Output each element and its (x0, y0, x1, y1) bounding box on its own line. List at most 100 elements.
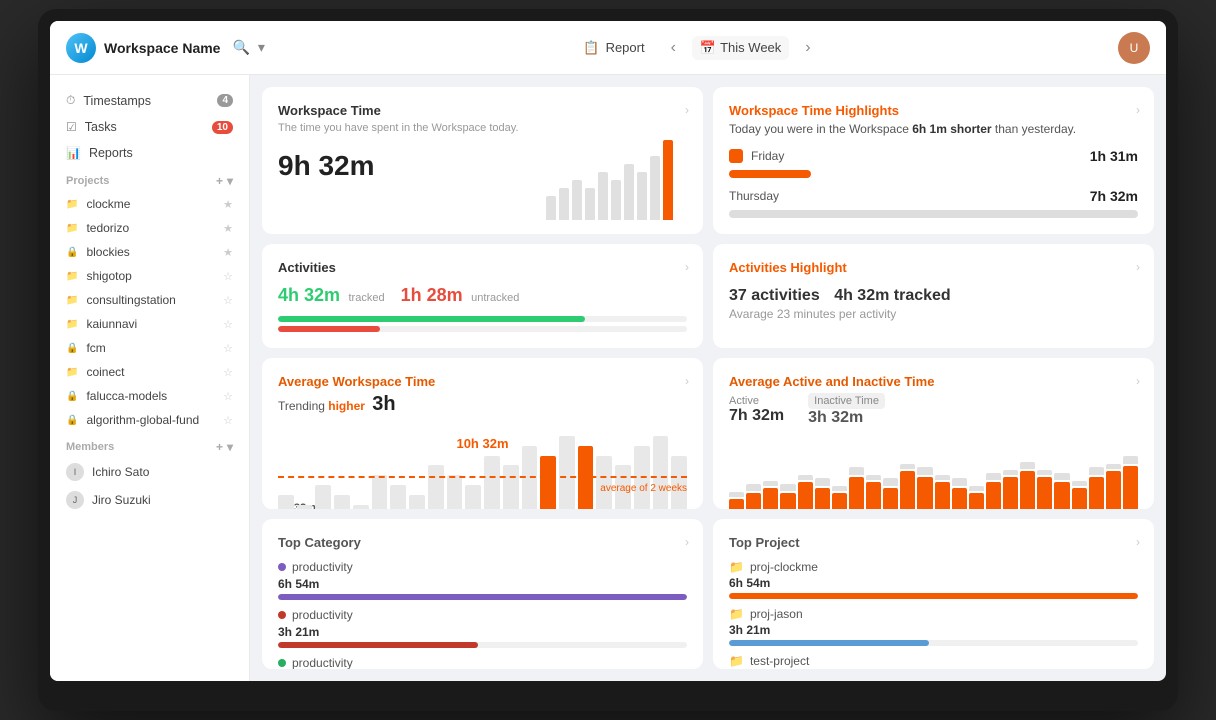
cat-bar-track-1 (278, 642, 687, 648)
inactive-bar-5 (815, 478, 830, 486)
star-icon: ☆ (223, 414, 233, 427)
active-bar-19 (1054, 482, 1069, 509)
sidebar-item-project-falucca-models[interactable]: 🔒 falucca-models ☆ (50, 384, 249, 408)
workspace-time-chevron[interactable]: › (685, 103, 689, 117)
sidebar-item-member-Jiro-Suzuki[interactable]: J Jiro Suzuki (50, 486, 249, 514)
awt-bar-9 (447, 475, 463, 508)
sidebar-item-project-kaiunnavi[interactable]: 📁 kaiunnavi ☆ (50, 312, 249, 336)
inactive-bar-7 (849, 467, 864, 475)
add-member-icon[interactable]: + (216, 440, 223, 454)
ah-title: Activities Highlight (729, 260, 1138, 275)
sidebar-item-project-coinect[interactable]: 📁 coinect ☆ (50, 360, 249, 384)
thursday-label: Thursday (729, 189, 779, 203)
star-icon: ★ (223, 198, 233, 211)
active-bar-1 (746, 493, 761, 509)
friday-value: 1h 31m (1090, 148, 1138, 164)
awt-chevron[interactable]: › (685, 374, 689, 388)
awt-peak-label: 10h 32m (456, 436, 508, 451)
activities-highlight-card: Activities Highlight 37 activities 4h 32… (713, 244, 1154, 348)
search-icon[interactable]: 🔍 (232, 39, 249, 56)
sidebar-item-reports[interactable]: 📊 Reports (50, 140, 249, 166)
workspace-name: Workspace Name (104, 40, 220, 56)
inactive-label: Inactive Time (808, 393, 885, 409)
activities-card: Activities 4h 32m tracked 1h 28m untrack… (262, 244, 703, 348)
active-bar-2 (763, 488, 778, 509)
prev-week-button[interactable]: ‹ (671, 39, 676, 57)
untracked-bar-container (278, 326, 687, 332)
sidebar-item-timestamps[interactable]: ⏱ Timestamps 4 (50, 87, 249, 114)
awt-bar-20 (653, 436, 669, 509)
thursday-bar (729, 210, 1138, 218)
projects-section-actions[interactable]: + ▾ (216, 174, 233, 188)
expand-projects-icon[interactable]: ▾ (227, 174, 233, 188)
awt-bar-8 (428, 465, 444, 508)
expand-members-icon[interactable]: ▾ (227, 440, 233, 454)
tasks-icon: ☑ (66, 120, 77, 134)
sidebar-item-project-fcm[interactable]: 🔒 fcm ☆ (50, 336, 249, 360)
sidebar-item-project-shigotop[interactable]: 📁 shigotop ☆ (50, 264, 249, 288)
topbar: W Workspace Name 🔍 ▾ 📋 Report ‹ 📅 This W… (50, 21, 1166, 75)
wth-chevron[interactable]: › (1136, 103, 1140, 117)
untracked-stat: 1h 28m untracked (401, 285, 520, 306)
report-label: Report (606, 40, 645, 55)
timestamps-label: Timestamps (83, 94, 151, 108)
cat-bar-fill-1 (278, 642, 478, 648)
tracked-value: 4h 32m (278, 285, 340, 305)
tc-chevron[interactable]: › (685, 535, 689, 549)
tp-chevron[interactable]: › (1136, 535, 1140, 549)
sidebar-item-member-Ichiro-Sato[interactable]: I Ichiro Sato (50, 458, 249, 486)
project-name: clockme (86, 197, 130, 211)
ah-chevron[interactable]: › (1136, 260, 1140, 274)
aai-bar-group-10 (900, 435, 915, 509)
aai-bar-group-9 (883, 435, 898, 509)
tracked-label: tracked (349, 292, 385, 304)
thursday-row: Thursday 7h 32m (729, 188, 1138, 204)
reports-label: Reports (89, 146, 133, 160)
cat-dot-0 (278, 563, 286, 571)
members-section-actions[interactable]: + ▾ (216, 440, 233, 454)
friday-dot (729, 149, 743, 163)
awt-bar-5 (372, 475, 388, 508)
friday-bar (729, 170, 811, 178)
sidebar-item-project-algorithm-global-fund[interactable]: 🔒 algorithm-global-fund ☆ (50, 408, 249, 432)
cat-dot-2 (278, 659, 286, 667)
wth-desc-suffix: than yesterday. (992, 122, 1077, 136)
aai-chevron[interactable]: › (1136, 374, 1140, 388)
awt-title: Average Workspace Time (278, 374, 687, 389)
untracked-label: untracked (471, 292, 519, 304)
wth-desc-bold: 6h 1m shorter (912, 122, 991, 136)
next-week-button[interactable]: › (805, 39, 810, 57)
sidebar-item-project-blockies[interactable]: 🔒 blockies ★ (50, 240, 249, 264)
project-row-2: 📁 test-project (729, 654, 1138, 668)
awt-chart: 7h 32m 10h 32maverage of 2 weeks7h 32m (278, 424, 687, 509)
cat-label-1: productivity (278, 608, 687, 622)
cat-name-0: productivity (292, 560, 353, 574)
add-project-icon[interactable]: + (216, 174, 223, 188)
proj-name-1: proj-jason (750, 607, 803, 621)
user-avatar[interactable]: U (1118, 32, 1150, 64)
workspace-logo: W (66, 33, 96, 63)
active-bar-6 (832, 493, 847, 509)
chevron-down-icon[interactable]: ▾ (258, 39, 265, 56)
proj-bar-track-0 (729, 593, 1138, 599)
star-icon: ☆ (223, 390, 233, 403)
awt-bar-1 (297, 505, 313, 509)
timestamps-badge: 4 (217, 94, 233, 107)
main-layout: ⏱ Timestamps 4 ☑ Tasks 10 📊 Reports Proj… (50, 75, 1166, 681)
inactive-bar-18 (1037, 470, 1052, 475)
aai-bar-group-2 (763, 435, 778, 509)
inactive-bar-15 (986, 473, 1001, 481)
activities-chevron[interactable]: › (685, 260, 689, 274)
sidebar-item-tasks[interactable]: ☑ Tasks 10 (50, 114, 249, 140)
report-nav-button[interactable]: 📋 Report (573, 36, 654, 60)
star-icon: ☆ (223, 366, 233, 379)
awt-bar-7 (409, 495, 425, 509)
active-value: 7h 32m (729, 407, 784, 425)
sidebar-item-project-clockme[interactable]: 📁 clockme ★ (50, 192, 249, 216)
active-bar-21 (1089, 477, 1104, 509)
inactive-bar-13 (952, 478, 967, 486)
sidebar-item-project-tedorizo[interactable]: 📁 tedorizo ★ (50, 216, 249, 240)
sidebar-item-project-consultingstation[interactable]: 📁 consultingstation ☆ (50, 288, 249, 312)
active-bar-16 (1003, 477, 1018, 509)
awt-bar-2 (315, 485, 331, 508)
